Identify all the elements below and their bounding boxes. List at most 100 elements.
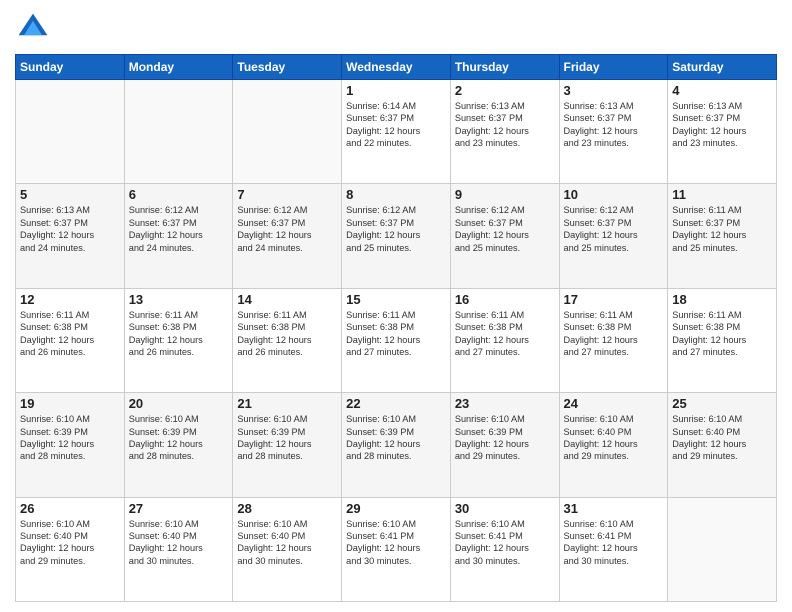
calendar-cell: 28 Sunrise: 6:10 AM Sunset: 6:40 PM Dayli…: [233, 497, 342, 601]
day-info: Sunrise: 6:12 AM Sunset: 6:37 PM Dayligh…: [564, 204, 664, 254]
calendar-cell: 6Sunrise: 6:12 AM Sunset: 6:37 PM Daylig…: [124, 184, 233, 288]
calendar-cell: 17Sunrise: 6:11 AM Sunset: 6:38 PM Dayli…: [559, 288, 668, 392]
day-info: Sunrise: 6:14 AM Sunset: 6:37 PM Dayligh…: [346, 100, 446, 150]
calendar-cell: 12Sunrise: 6:11 AM Sunset: 6:38 PM Dayli…: [16, 288, 125, 392]
day-number: 19: [20, 396, 120, 411]
day-number: 15: [346, 292, 446, 307]
day-info: Sunrise: 6:10 AM Sunset: 6:41 PM Dayligh…: [455, 518, 555, 568]
calendar-cell: 9 Sunrise: 6:12 AM Sunset: 6:37 PM Daylig…: [450, 184, 559, 288]
day-info: Sunrise: 6:11 AM Sunset: 6:37 PM Dayligh…: [672, 204, 772, 254]
day-info: Sunrise: 6:10 AM Sunset: 6:39 PM Dayligh…: [129, 413, 229, 463]
day-number: 26: [20, 501, 120, 516]
logo-icon: [15, 10, 51, 46]
calendar-cell: 16Sunrise: 6:11 AM Sunset: 6:38 PM Dayli…: [450, 288, 559, 392]
weekday-tuesday: Tuesday: [233, 55, 342, 80]
calendar-cell: 26 Sunrise: 6:10 AM Sunset: 6:40 PM Dayli…: [16, 497, 125, 601]
day-info: Sunrise: 6:10 AM Sunset: 6:40 PM Dayligh…: [129, 518, 229, 568]
weekday-header-row: SundayMondayTuesdayWednesdayThursdayFrid…: [16, 55, 777, 80]
calendar-cell: 18 Sunrise: 6:11 AM Sunset: 6:38 PM Dayli…: [668, 288, 777, 392]
calendar-cell: 21 Sunrise: 6:10 AM Sunset: 6:39 PM Dayli…: [233, 393, 342, 497]
calendar-cell: 14 Sunrise: 6:11 AM Sunset: 6:38 PM Dayli…: [233, 288, 342, 392]
day-info: Sunrise: 6:13 AM Sunset: 6:37 PM Dayligh…: [672, 100, 772, 150]
day-number: 20: [129, 396, 229, 411]
day-info: Sunrise: 6:11 AM Sunset: 6:38 PM Dayligh…: [237, 309, 337, 359]
calendar-cell: 23 Sunrise: 6:10 AM Sunset: 6:39 PM Dayli…: [450, 393, 559, 497]
day-info: Sunrise: 6:10 AM Sunset: 6:40 PM Dayligh…: [564, 413, 664, 463]
day-info: Sunrise: 6:11 AM Sunset: 6:38 PM Dayligh…: [672, 309, 772, 359]
day-number: 21: [237, 396, 337, 411]
day-number: 30: [455, 501, 555, 516]
day-info: Sunrise: 6:10 AM Sunset: 6:40 PM Dayligh…: [20, 518, 120, 568]
day-info: Sunrise: 6:10 AM Sunset: 6:41 PM Dayligh…: [564, 518, 664, 568]
calendar-cell: 13 Sunrise: 6:11 AM Sunset: 6:38 PM Dayli…: [124, 288, 233, 392]
day-info: Sunrise: 6:11 AM Sunset: 6:38 PM Dayligh…: [564, 309, 664, 359]
week-row-0: 1Sunrise: 6:14 AM Sunset: 6:37 PM Daylig…: [16, 80, 777, 184]
day-number: 10: [564, 187, 664, 202]
day-number: 5: [20, 187, 120, 202]
week-row-4: 26 Sunrise: 6:10 AM Sunset: 6:40 PM Dayli…: [16, 497, 777, 601]
day-number: 2: [455, 83, 555, 98]
day-info: Sunrise: 6:13 AM Sunset: 6:37 PM Dayligh…: [455, 100, 555, 150]
day-info: Sunrise: 6:12 AM Sunset: 6:37 PM Dayligh…: [237, 204, 337, 254]
header: [15, 10, 777, 46]
day-number: 13: [129, 292, 229, 307]
day-number: 28: [237, 501, 337, 516]
calendar-cell: [668, 497, 777, 601]
day-info: Sunrise: 6:12 AM Sunset: 6:37 PM Dayligh…: [455, 204, 555, 254]
calendar-cell: 11 Sunrise: 6:11 AM Sunset: 6:37 PM Dayli…: [668, 184, 777, 288]
day-info: Sunrise: 6:11 AM Sunset: 6:38 PM Dayligh…: [129, 309, 229, 359]
day-number: 12: [20, 292, 120, 307]
day-number: 18: [672, 292, 772, 307]
day-info: Sunrise: 6:10 AM Sunset: 6:39 PM Dayligh…: [237, 413, 337, 463]
day-info: Sunrise: 6:10 AM Sunset: 6:39 PM Dayligh…: [346, 413, 446, 463]
calendar-cell: 24Sunrise: 6:10 AM Sunset: 6:40 PM Dayli…: [559, 393, 668, 497]
weekday-thursday: Thursday: [450, 55, 559, 80]
day-number: 11: [672, 187, 772, 202]
calendar-cell: 2 Sunrise: 6:13 AM Sunset: 6:37 PM Daylig…: [450, 80, 559, 184]
week-row-3: 19 Sunrise: 6:10 AM Sunset: 6:39 PM Dayli…: [16, 393, 777, 497]
calendar-cell: 31 Sunrise: 6:10 AM Sunset: 6:41 PM Dayli…: [559, 497, 668, 601]
calendar-cell: 22 Sunrise: 6:10 AM Sunset: 6:39 PM Dayli…: [342, 393, 451, 497]
logo: [15, 10, 57, 46]
calendar-cell: 8 Sunrise: 6:12 AM Sunset: 6:37 PM Daylig…: [342, 184, 451, 288]
day-number: 27: [129, 501, 229, 516]
day-number: 6: [129, 187, 229, 202]
day-info: Sunrise: 6:10 AM Sunset: 6:40 PM Dayligh…: [237, 518, 337, 568]
calendar-cell: 30 Sunrise: 6:10 AM Sunset: 6:41 PM Dayli…: [450, 497, 559, 601]
calendar-cell: 1Sunrise: 6:14 AM Sunset: 6:37 PM Daylig…: [342, 80, 451, 184]
day-info: Sunrise: 6:11 AM Sunset: 6:38 PM Dayligh…: [346, 309, 446, 359]
day-number: 29: [346, 501, 446, 516]
day-number: 7: [237, 187, 337, 202]
day-number: 14: [237, 292, 337, 307]
calendar: SundayMondayTuesdayWednesdayThursdayFrid…: [15, 54, 777, 602]
calendar-cell: 29Sunrise: 6:10 AM Sunset: 6:41 PM Dayli…: [342, 497, 451, 601]
calendar-cell: 20 Sunrise: 6:10 AM Sunset: 6:39 PM Dayli…: [124, 393, 233, 497]
day-number: 25: [672, 396, 772, 411]
calendar-cell: 7 Sunrise: 6:12 AM Sunset: 6:37 PM Daylig…: [233, 184, 342, 288]
week-row-1: 5 Sunrise: 6:13 AM Sunset: 6:37 PM Daylig…: [16, 184, 777, 288]
calendar-cell: 10 Sunrise: 6:12 AM Sunset: 6:37 PM Dayli…: [559, 184, 668, 288]
day-number: 22: [346, 396, 446, 411]
calendar-cell: [233, 80, 342, 184]
calendar-cell: 15 Sunrise: 6:11 AM Sunset: 6:38 PM Dayli…: [342, 288, 451, 392]
weekday-saturday: Saturday: [668, 55, 777, 80]
day-number: 3: [564, 83, 664, 98]
calendar-cell: 4 Sunrise: 6:13 AM Sunset: 6:37 PM Daylig…: [668, 80, 777, 184]
day-number: 23: [455, 396, 555, 411]
day-number: 31: [564, 501, 664, 516]
day-number: 8: [346, 187, 446, 202]
calendar-cell: [16, 80, 125, 184]
weekday-sunday: Sunday: [16, 55, 125, 80]
day-info: Sunrise: 6:12 AM Sunset: 6:37 PM Dayligh…: [346, 204, 446, 254]
day-info: Sunrise: 6:13 AM Sunset: 6:37 PM Dayligh…: [20, 204, 120, 254]
week-row-2: 12 Sunrise: 6:11 AM Sunset: 6:38 PM Dayli…: [16, 288, 777, 392]
weekday-wednesday: Wednesday: [342, 55, 451, 80]
calendar-cell: 27 Sunrise: 6:10 AM Sunset: 6:40 PM Dayli…: [124, 497, 233, 601]
day-info: Sunrise: 6:10 AM Sunset: 6:39 PM Dayligh…: [455, 413, 555, 463]
day-info: Sunrise: 6:13 AM Sunset: 6:37 PM Dayligh…: [564, 100, 664, 150]
day-number: 4: [672, 83, 772, 98]
day-info: Sunrise: 6:10 AM Sunset: 6:40 PM Dayligh…: [672, 413, 772, 463]
calendar-cell: 3 Sunrise: 6:13 AM Sunset: 6:37 PM Daylig…: [559, 80, 668, 184]
day-number: 9: [455, 187, 555, 202]
calendar-cell: [124, 80, 233, 184]
